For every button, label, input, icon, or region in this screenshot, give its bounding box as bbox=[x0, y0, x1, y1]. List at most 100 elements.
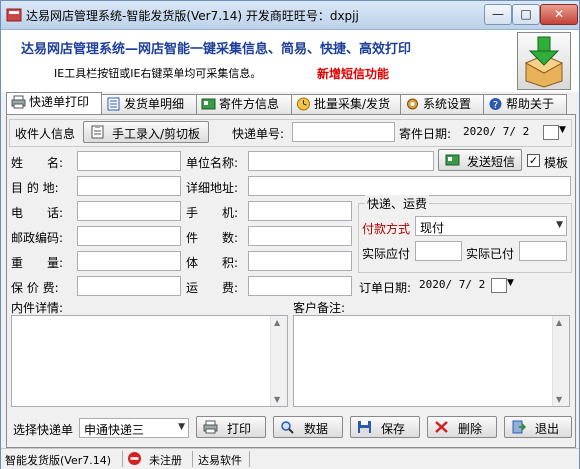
magnifier-icon bbox=[281, 421, 294, 434]
weight-input[interactable] bbox=[77, 251, 181, 271]
exit-button[interactable]: 退出 bbox=[504, 416, 572, 438]
volume-input[interactable] bbox=[248, 251, 352, 271]
destination-input[interactable] bbox=[77, 176, 181, 196]
insurance-label: 保 价 费: bbox=[11, 281, 59, 295]
sms-card-icon bbox=[445, 154, 460, 166]
minimize-button[interactable]: — bbox=[484, 4, 512, 25]
address-label: 详细地址: bbox=[186, 181, 239, 195]
order-date-picker[interactable]: 2020/ 7/ 2 ▼ bbox=[415, 275, 519, 295]
chevron-down-icon[interactable]: ▼ bbox=[559, 125, 566, 135]
banner: 达易网店管理系统—网店智能一键采集信息、简易、快捷、高效打印 IE工具栏按钮或I… bbox=[1, 30, 579, 92]
send-sms-label: 发送短信 bbox=[467, 155, 516, 169]
install-box-icon[interactable] bbox=[517, 32, 571, 90]
status-separator bbox=[122, 451, 123, 467]
receiver-info-label: 收件人信息 bbox=[15, 127, 76, 141]
printer-icon bbox=[203, 420, 218, 434]
tab-label: 寄件方信息 bbox=[219, 97, 280, 111]
insurance-input[interactable] bbox=[77, 276, 181, 296]
template-checkbox[interactable]: ✓ bbox=[527, 154, 540, 167]
company-input[interactable] bbox=[248, 151, 434, 171]
manual-entry-button[interactable]: 手工录入/剪切板 bbox=[83, 121, 209, 143]
send-sms-button[interactable]: 发送短信 bbox=[438, 149, 522, 171]
tab-help-about[interactable]: ? 帮助关于 bbox=[483, 94, 567, 114]
ship-date-picker[interactable]: 2020/ 7/ 2 ▼ bbox=[459, 122, 567, 142]
scroll-up-icon[interactable]: ▲ bbox=[274, 318, 280, 327]
status-registration: 未注册 bbox=[149, 454, 182, 467]
contents-scrollbar[interactable]: ▲ ▼ bbox=[270, 316, 287, 406]
courier-select[interactable]: 申通快递三 ▼ bbox=[79, 418, 189, 438]
name-input[interactable] bbox=[77, 151, 181, 171]
paid-label: 实际已付 bbox=[466, 247, 515, 261]
destination-label: 目 的 地: bbox=[11, 181, 59, 195]
payable-label: 实际应付 bbox=[362, 247, 411, 261]
app-icon bbox=[6, 8, 22, 22]
phone-input[interactable] bbox=[77, 201, 181, 221]
calendar-icon[interactable] bbox=[491, 278, 507, 293]
delivery-group-label: 快递、运费 bbox=[365, 195, 430, 212]
delete-button[interactable]: 删除 bbox=[427, 416, 497, 438]
remarks-textarea[interactable]: ▲ ▼ bbox=[293, 315, 570, 407]
scroll-down-icon[interactable]: ▼ bbox=[556, 395, 562, 404]
tab-waybill-print[interactable]: 快递单打印 bbox=[6, 92, 102, 114]
tab-system-settings[interactable]: 系统设置 bbox=[400, 94, 484, 114]
order-date-value: 2020/ 7/ 2 bbox=[419, 278, 486, 291]
waybill-no-label: 快递单号: bbox=[232, 127, 285, 141]
pieces-input[interactable] bbox=[248, 226, 352, 246]
tab-label: 批量采集/发货 bbox=[314, 97, 391, 111]
banner-title: 达易网店管理系统—网店智能一键采集信息、简易、快捷、高效打印 bbox=[21, 42, 412, 57]
waybill-print-panel: 收件人信息 手工录入/剪切板 快递单号: 寄件日期: 2020/ 7/ 2 ▼ … bbox=[6, 114, 576, 448]
payment-method-select[interactable]: 现付 ▼ bbox=[415, 216, 567, 236]
scroll-down-icon[interactable]: ▼ bbox=[274, 395, 280, 404]
order-date-label: 订单日期: bbox=[359, 281, 412, 295]
courier-label: 选择快递单 bbox=[13, 423, 74, 437]
zip-input[interactable] bbox=[77, 226, 181, 246]
status-version: 智能发货版(Ver7.14) bbox=[5, 454, 112, 467]
delivery-freight-group bbox=[358, 203, 572, 273]
paid-input[interactable] bbox=[519, 241, 567, 261]
maximize-button[interactable]: □ bbox=[512, 4, 540, 25]
mobile-label: 手 机: bbox=[186, 206, 239, 220]
banner-note: IE工具栏按钮或IE右键菜单均可采集信息。 bbox=[54, 67, 262, 80]
remarks-scrollbar[interactable]: ▲ ▼ bbox=[552, 316, 569, 406]
chevron-down-icon: ▼ bbox=[178, 422, 185, 432]
freight-label: 运 费: bbox=[186, 281, 239, 295]
gear-icon bbox=[407, 98, 418, 110]
status-vendor: 达易软件 bbox=[198, 454, 242, 467]
floppy-icon bbox=[358, 421, 371, 433]
title-bar: 达易网店管理系统-智能发货版(Ver7.14) 开发商旺旺号：dxpjj — □… bbox=[1, 1, 579, 30]
tab-sender-info[interactable]: 寄件方信息 bbox=[196, 94, 292, 114]
freight-input[interactable] bbox=[248, 276, 352, 296]
zip-label: 邮政编码: bbox=[11, 231, 64, 245]
chevron-down-icon[interactable]: ▼ bbox=[507, 278, 514, 288]
weight-label: 重 量: bbox=[11, 256, 64, 270]
data-button[interactable]: 数据 bbox=[273, 416, 343, 438]
chevron-down-icon: ▼ bbox=[556, 220, 563, 230]
calendar-icon[interactable] bbox=[543, 125, 559, 140]
no-entry-icon bbox=[128, 452, 141, 465]
scroll-up-icon[interactable]: ▲ bbox=[556, 318, 562, 327]
ship-date-value: 2020/ 7/ 2 bbox=[463, 125, 530, 138]
delete-label: 删除 bbox=[458, 422, 483, 436]
save-button[interactable]: 保存 bbox=[350, 416, 420, 438]
close-button[interactable]: ✕ bbox=[540, 4, 578, 25]
name-label: 姓 名: bbox=[11, 156, 64, 170]
template-label: 模板 bbox=[544, 156, 569, 170]
payable-input[interactable] bbox=[415, 241, 462, 261]
card-icon bbox=[201, 98, 216, 110]
tab-shipment-detail[interactable]: 发货单明细 bbox=[101, 94, 197, 114]
help-icon: ? bbox=[489, 98, 502, 111]
print-button[interactable]: 打印 bbox=[196, 416, 266, 438]
contents-textarea[interactable]: ▲ ▼ bbox=[11, 315, 288, 407]
waybill-no-input[interactable] bbox=[292, 122, 395, 142]
document-icon bbox=[107, 97, 120, 111]
printer-icon bbox=[11, 95, 26, 109]
contents-label: 内件详情: bbox=[11, 301, 64, 315]
courier-value: 申通快递三 bbox=[84, 423, 145, 437]
phone-label: 电 话: bbox=[11, 206, 64, 220]
save-label: 保存 bbox=[381, 422, 406, 436]
tab-batch-collect[interactable]: 批量采集/发货 bbox=[291, 94, 401, 114]
tab-label: 帮助关于 bbox=[506, 97, 555, 111]
mobile-input[interactable] bbox=[248, 201, 352, 221]
address-input[interactable] bbox=[248, 176, 571, 196]
delete-x-icon bbox=[435, 421, 448, 433]
